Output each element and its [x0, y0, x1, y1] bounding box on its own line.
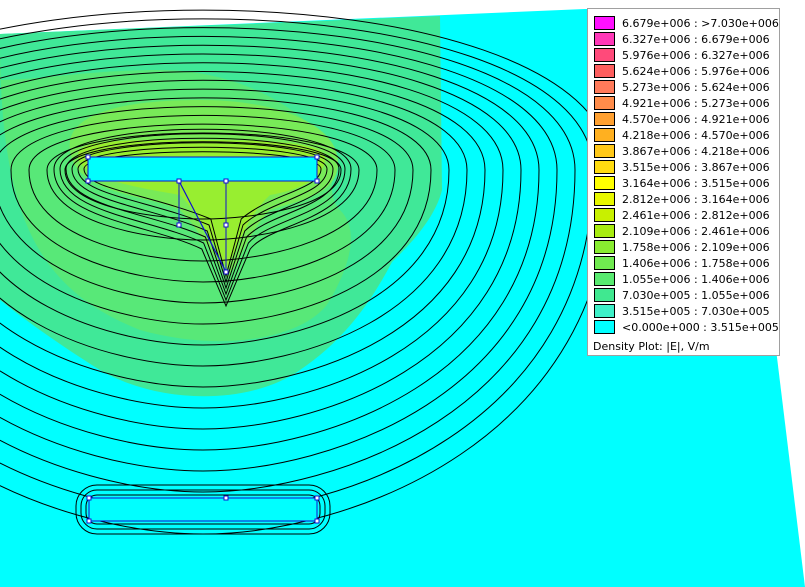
geometry-node[interactable] — [85, 154, 91, 160]
legend-swatch — [594, 128, 615, 142]
legend-entry: 7.030e+005 : 1.055e+006 — [594, 287, 770, 303]
top-electrode[interactable] — [87, 156, 318, 182]
geometry-node[interactable] — [223, 495, 229, 501]
legend-swatch — [594, 224, 615, 238]
legend-label: 3.515e+005 : 7.030e+005 — [622, 304, 770, 318]
geometry-node[interactable] — [314, 495, 320, 501]
legend-label: 5.976e+006 : 6.327e+006 — [622, 48, 770, 62]
geometry-node[interactable] — [223, 178, 229, 184]
legend-label: 6.679e+006 : >7.030e+006 — [622, 16, 779, 30]
geometry-node[interactable] — [223, 269, 229, 275]
legend-entry: 5.976e+006 : 6.327e+006 — [594, 47, 770, 63]
legend-swatch — [594, 80, 615, 94]
legend-swatch — [594, 240, 615, 254]
legend-entry: 3.515e+006 : 3.867e+006 — [594, 159, 770, 175]
legend-entry: 3.164e+006 : 3.515e+006 — [594, 175, 770, 191]
legend-label: 5.273e+006 : 5.624e+006 — [622, 80, 770, 94]
legend-entry: <0.000e+000 : 3.515e+005 — [594, 319, 779, 335]
legend-entry: 1.406e+006 : 1.758e+006 — [594, 255, 770, 271]
legend-label: 3.515e+006 : 3.867e+006 — [622, 160, 770, 174]
geometry-node[interactable] — [86, 518, 92, 524]
legend-label: 4.218e+006 : 4.570e+006 — [622, 128, 770, 142]
legend-swatch — [594, 48, 615, 62]
geometry-node[interactable] — [176, 222, 182, 228]
bottom-electrode[interactable] — [88, 497, 318, 522]
legend-entry: 2.812e+006 : 3.164e+006 — [594, 191, 770, 207]
legend-label: 7.030e+005 : 1.055e+006 — [622, 288, 770, 302]
legend-entry: 2.461e+006 : 2.812e+006 — [594, 207, 770, 223]
legend-swatch — [594, 144, 615, 158]
legend-label: 4.921e+006 : 5.273e+006 — [622, 96, 770, 110]
geometry-node[interactable] — [314, 178, 320, 184]
legend-label: <0.000e+000 : 3.515e+005 — [622, 320, 779, 334]
legend-entry: 1.758e+006 : 2.109e+006 — [594, 239, 770, 255]
legend-label: 5.624e+006 : 5.976e+006 — [622, 64, 770, 78]
geometry-node[interactable] — [314, 518, 320, 524]
legend-swatch — [594, 32, 615, 46]
legend-swatch — [594, 176, 615, 190]
geometry-node[interactable] — [86, 495, 92, 501]
legend-label: 1.055e+006 : 1.406e+006 — [622, 272, 770, 286]
legend-swatch — [594, 160, 615, 174]
legend-swatch — [594, 64, 615, 78]
legend-label: 1.758e+006 : 2.109e+006 — [622, 240, 770, 254]
legend-label: 6.327e+006 : 6.679e+006 — [622, 32, 770, 46]
geometry-node[interactable] — [223, 222, 229, 228]
legend-label: 1.406e+006 : 1.758e+006 — [622, 256, 770, 270]
legend-title: Density Plot: |E|, V/m — [593, 340, 710, 353]
legend-entry: 4.218e+006 : 4.570e+006 — [594, 127, 770, 143]
legend-swatch — [594, 256, 615, 270]
legend-swatch — [594, 272, 615, 286]
legend-label: 3.867e+006 : 4.218e+006 — [622, 144, 770, 158]
legend-swatch — [594, 192, 615, 206]
legend-entry: 2.109e+006 : 2.461e+006 — [594, 223, 770, 239]
geometry-node[interactable] — [176, 178, 182, 184]
legend-entry: 5.273e+006 : 5.624e+006 — [594, 79, 770, 95]
legend-label: 2.812e+006 : 3.164e+006 — [622, 192, 770, 206]
legend-swatch — [594, 208, 615, 222]
legend-entry: 3.867e+006 : 4.218e+006 — [594, 143, 770, 159]
legend-swatch — [594, 288, 615, 302]
legend-label: 2.461e+006 : 2.812e+006 — [622, 208, 770, 222]
legend-entry: 6.327e+006 : 6.679e+006 — [594, 31, 770, 47]
legend-swatch — [594, 96, 615, 110]
legend-entry: 4.921e+006 : 5.273e+006 — [594, 95, 770, 111]
legend-swatch — [594, 320, 615, 334]
legend-entry: 1.055e+006 : 1.406e+006 — [594, 271, 770, 287]
geometry-node[interactable] — [85, 178, 91, 184]
geometry-node[interactable] — [314, 154, 320, 160]
legend-swatch — [594, 304, 615, 318]
legend-entry: 5.624e+006 : 5.976e+006 — [594, 63, 770, 79]
legend-swatch — [594, 112, 615, 126]
legend-label: 3.164e+006 : 3.515e+006 — [622, 176, 770, 190]
legend-label: 4.570e+006 : 4.921e+006 — [622, 112, 770, 126]
legend-entry: 4.570e+006 : 4.921e+006 — [594, 111, 770, 127]
legend-swatch — [594, 16, 615, 30]
density-legend: 6.679e+006 : >7.030e+006 6.327e+006 : 6.6… — [587, 8, 780, 356]
legend-entry: 6.679e+006 : >7.030e+006 — [594, 15, 779, 31]
legend-entry: 3.515e+005 : 7.030e+005 — [594, 303, 770, 319]
legend-label: 2.109e+006 : 2.461e+006 — [622, 224, 770, 238]
